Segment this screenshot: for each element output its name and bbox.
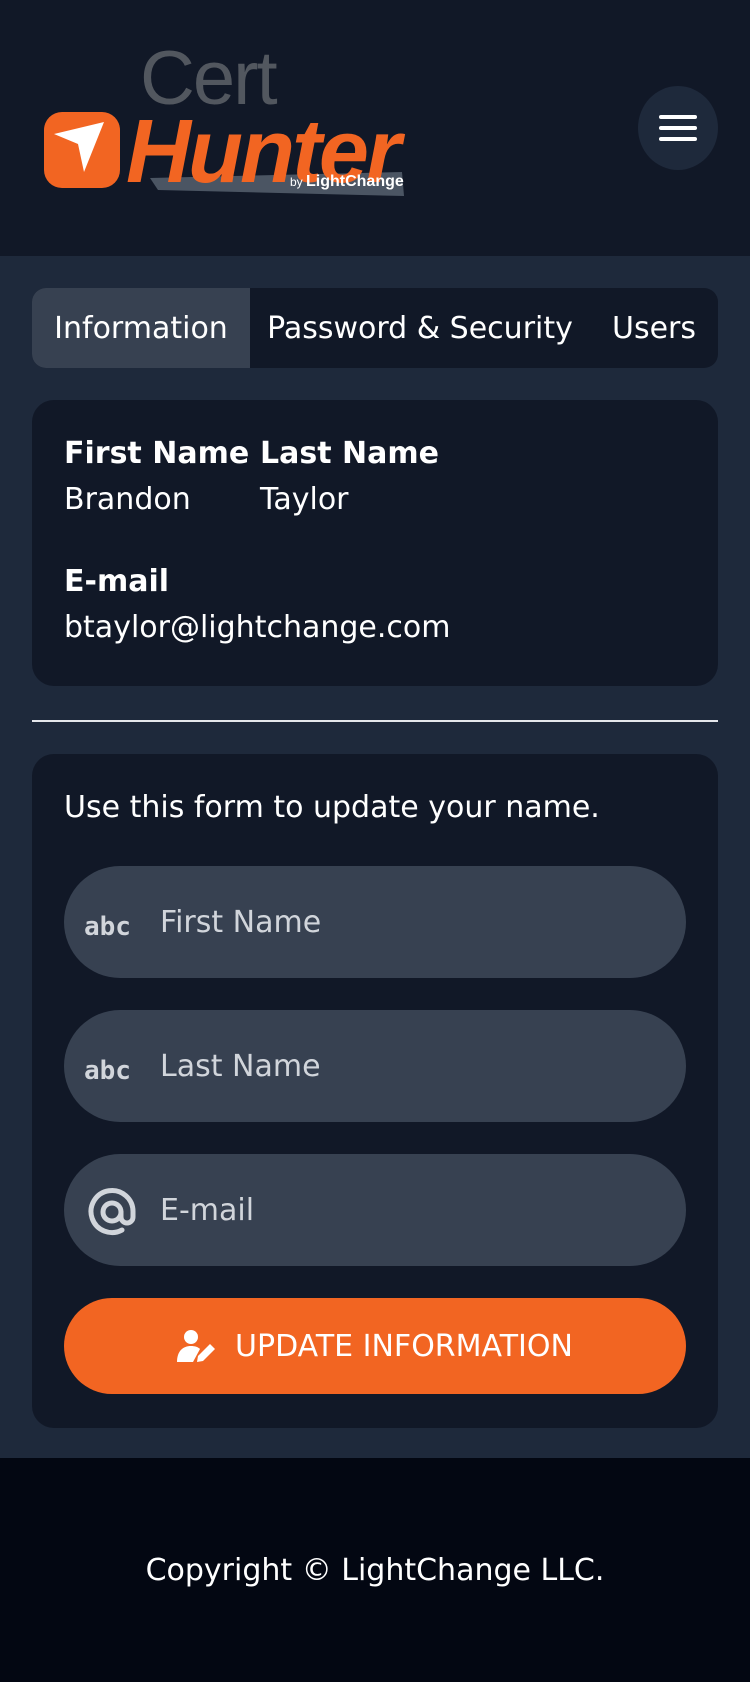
- cert-hunter-logo[interactable]: Cert Hunter by LightChange: [40, 40, 480, 215]
- update-button-label: UPDATE INFORMATION: [235, 1328, 573, 1364]
- tab-information[interactable]: Information: [32, 288, 250, 368]
- svg-text:abc: abc: [84, 1056, 131, 1083]
- copyright-text: Copyright © LightChange LLC.: [145, 1552, 605, 1588]
- tab-users[interactable]: Users: [590, 288, 718, 368]
- form-intro-text: Use this form to update your name.: [64, 790, 600, 825]
- email-input[interactable]: [160, 1154, 660, 1266]
- last-name-label: Last Name: [260, 436, 439, 471]
- at-icon: [84, 1184, 140, 1240]
- abc-icon: abc: [84, 1040, 140, 1096]
- logo-company-text: LightChange: [306, 173, 404, 190]
- hamburger-icon: [659, 115, 697, 141]
- logo-by-text: by: [290, 175, 303, 189]
- update-information-button[interactable]: UPDATE INFORMATION: [64, 1298, 686, 1394]
- tab-password-security[interactable]: Password & Security: [250, 288, 590, 368]
- svg-text:abc: abc: [84, 912, 131, 939]
- email-label: E-mail: [64, 564, 170, 599]
- email-field[interactable]: [64, 1154, 686, 1266]
- email-value: btaylor@lightchange.com: [64, 610, 451, 645]
- first-name-field[interactable]: abc: [64, 866, 686, 978]
- menu-button[interactable]: [638, 86, 718, 170]
- footer: Copyright © LightChange LLC.: [0, 1458, 750, 1682]
- first-name-value: Brandon: [64, 482, 191, 517]
- info-card: First Name Brandon Last Name Taylor E-ma…: [32, 400, 718, 686]
- first-name-label: First Name: [64, 436, 250, 471]
- update-form-card: Use this form to update your name. abc a…: [32, 754, 718, 1428]
- header: Cert Hunter by LightChange: [0, 0, 750, 256]
- last-name-field[interactable]: abc: [64, 1010, 686, 1122]
- abc-icon: abc: [84, 896, 140, 952]
- last-name-value: Taylor: [260, 482, 349, 517]
- first-name-input[interactable]: [160, 866, 660, 978]
- tab-bar: Information Password & Security Users: [32, 288, 718, 368]
- last-name-input[interactable]: [160, 1010, 660, 1122]
- main-content: Information Password & Security Users Fi…: [0, 256, 750, 1458]
- section-divider: [32, 720, 718, 722]
- user-edit-icon: [177, 1330, 216, 1362]
